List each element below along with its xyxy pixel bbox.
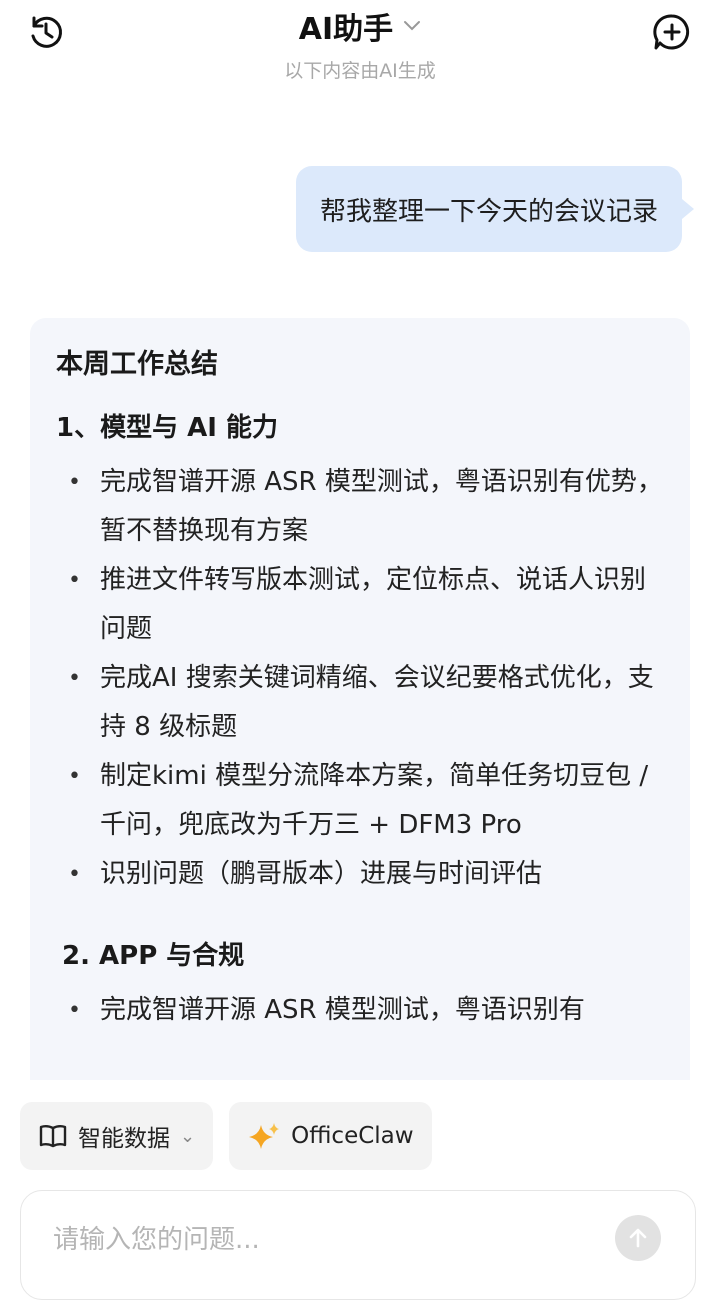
send-button[interactable] [615,1215,661,1261]
chat-area[interactable]: 帮我整理一下今天的会议记录 本周工作总结 1、模型与 AI 能力 完成智谱开源 … [0,90,720,1080]
list-item: 识别问题（鹏哥版本）进展与时间评估 [56,850,664,899]
list-item: 推进文件转写版本测试，定位标点、说话人识别问题 [56,556,664,654]
smart-data-label: 智能数据 [78,1126,170,1152]
page-title: AI助手 [298,12,394,47]
user-message-bubble: 帮我整理一下今天的会议记录 [295,166,695,252]
ai-reply-card: 本周工作总结 1、模型与 AI 能力 完成智谱开源 ASR 模型测试，粤语识别有… [30,318,690,1080]
list-item: 完成智谱开源 ASR 模型测试，粤语识别有 [56,986,664,1035]
quick-actions: 智能数据 ⌄ OfficeClaw [20,1102,432,1170]
user-message-text: 帮我整理一下今天的会议记录 [319,196,658,227]
new-chat-icon [653,14,690,50]
message-input-box [20,1190,696,1300]
list-item: 制定kimi 模型分流降本方案，简单任务切豆包 / 千问，兜底改为千万三 + D… [56,752,664,850]
list-item: 完成智谱开源 ASR 模型测试，粤语识别有优势，暂不替换现有方案 [56,458,664,556]
smart-data-chip[interactable]: 智能数据 ⌄ [20,1102,214,1170]
top-bar: AI助手 以下内容由AI生成 [0,0,720,90]
section-list: 完成智谱开源 ASR 模型测试，粤语识别有 [56,986,664,1035]
chevron-down-icon [404,21,421,31]
section-list: 完成智谱开源 ASR 模型测试，粤语识别有优势，暂不替换现有方案 推进文件转写版… [56,458,664,899]
new-chat-button[interactable] [650,10,694,54]
officeclaw-label: OfficeClaw [291,1123,414,1149]
title-block: AI助手 以下内容由AI生成 [0,4,720,83]
message-input[interactable] [51,1217,595,1263]
section-title: 1、模型与 AI 能力 [56,413,278,443]
chevron-down-icon: ⌄ [180,1125,196,1147]
assistant-selector[interactable]: AI助手 [299,4,421,48]
reply-heading: 本周工作总结 [56,349,218,380]
sparkle-icon [249,1123,280,1149]
ai-disclaimer: 以下内容由AI生成 [284,60,436,82]
section-title: 2. APP 与合规 [62,941,245,971]
list-item: 完成AI 搜索关键词精缩、会议纪要格式优化，支持 8 级标题 [56,654,664,752]
arrow-up-icon [629,1228,647,1248]
officeclaw-chip[interactable]: OfficeClaw [229,1102,432,1170]
book-icon [39,1125,67,1148]
